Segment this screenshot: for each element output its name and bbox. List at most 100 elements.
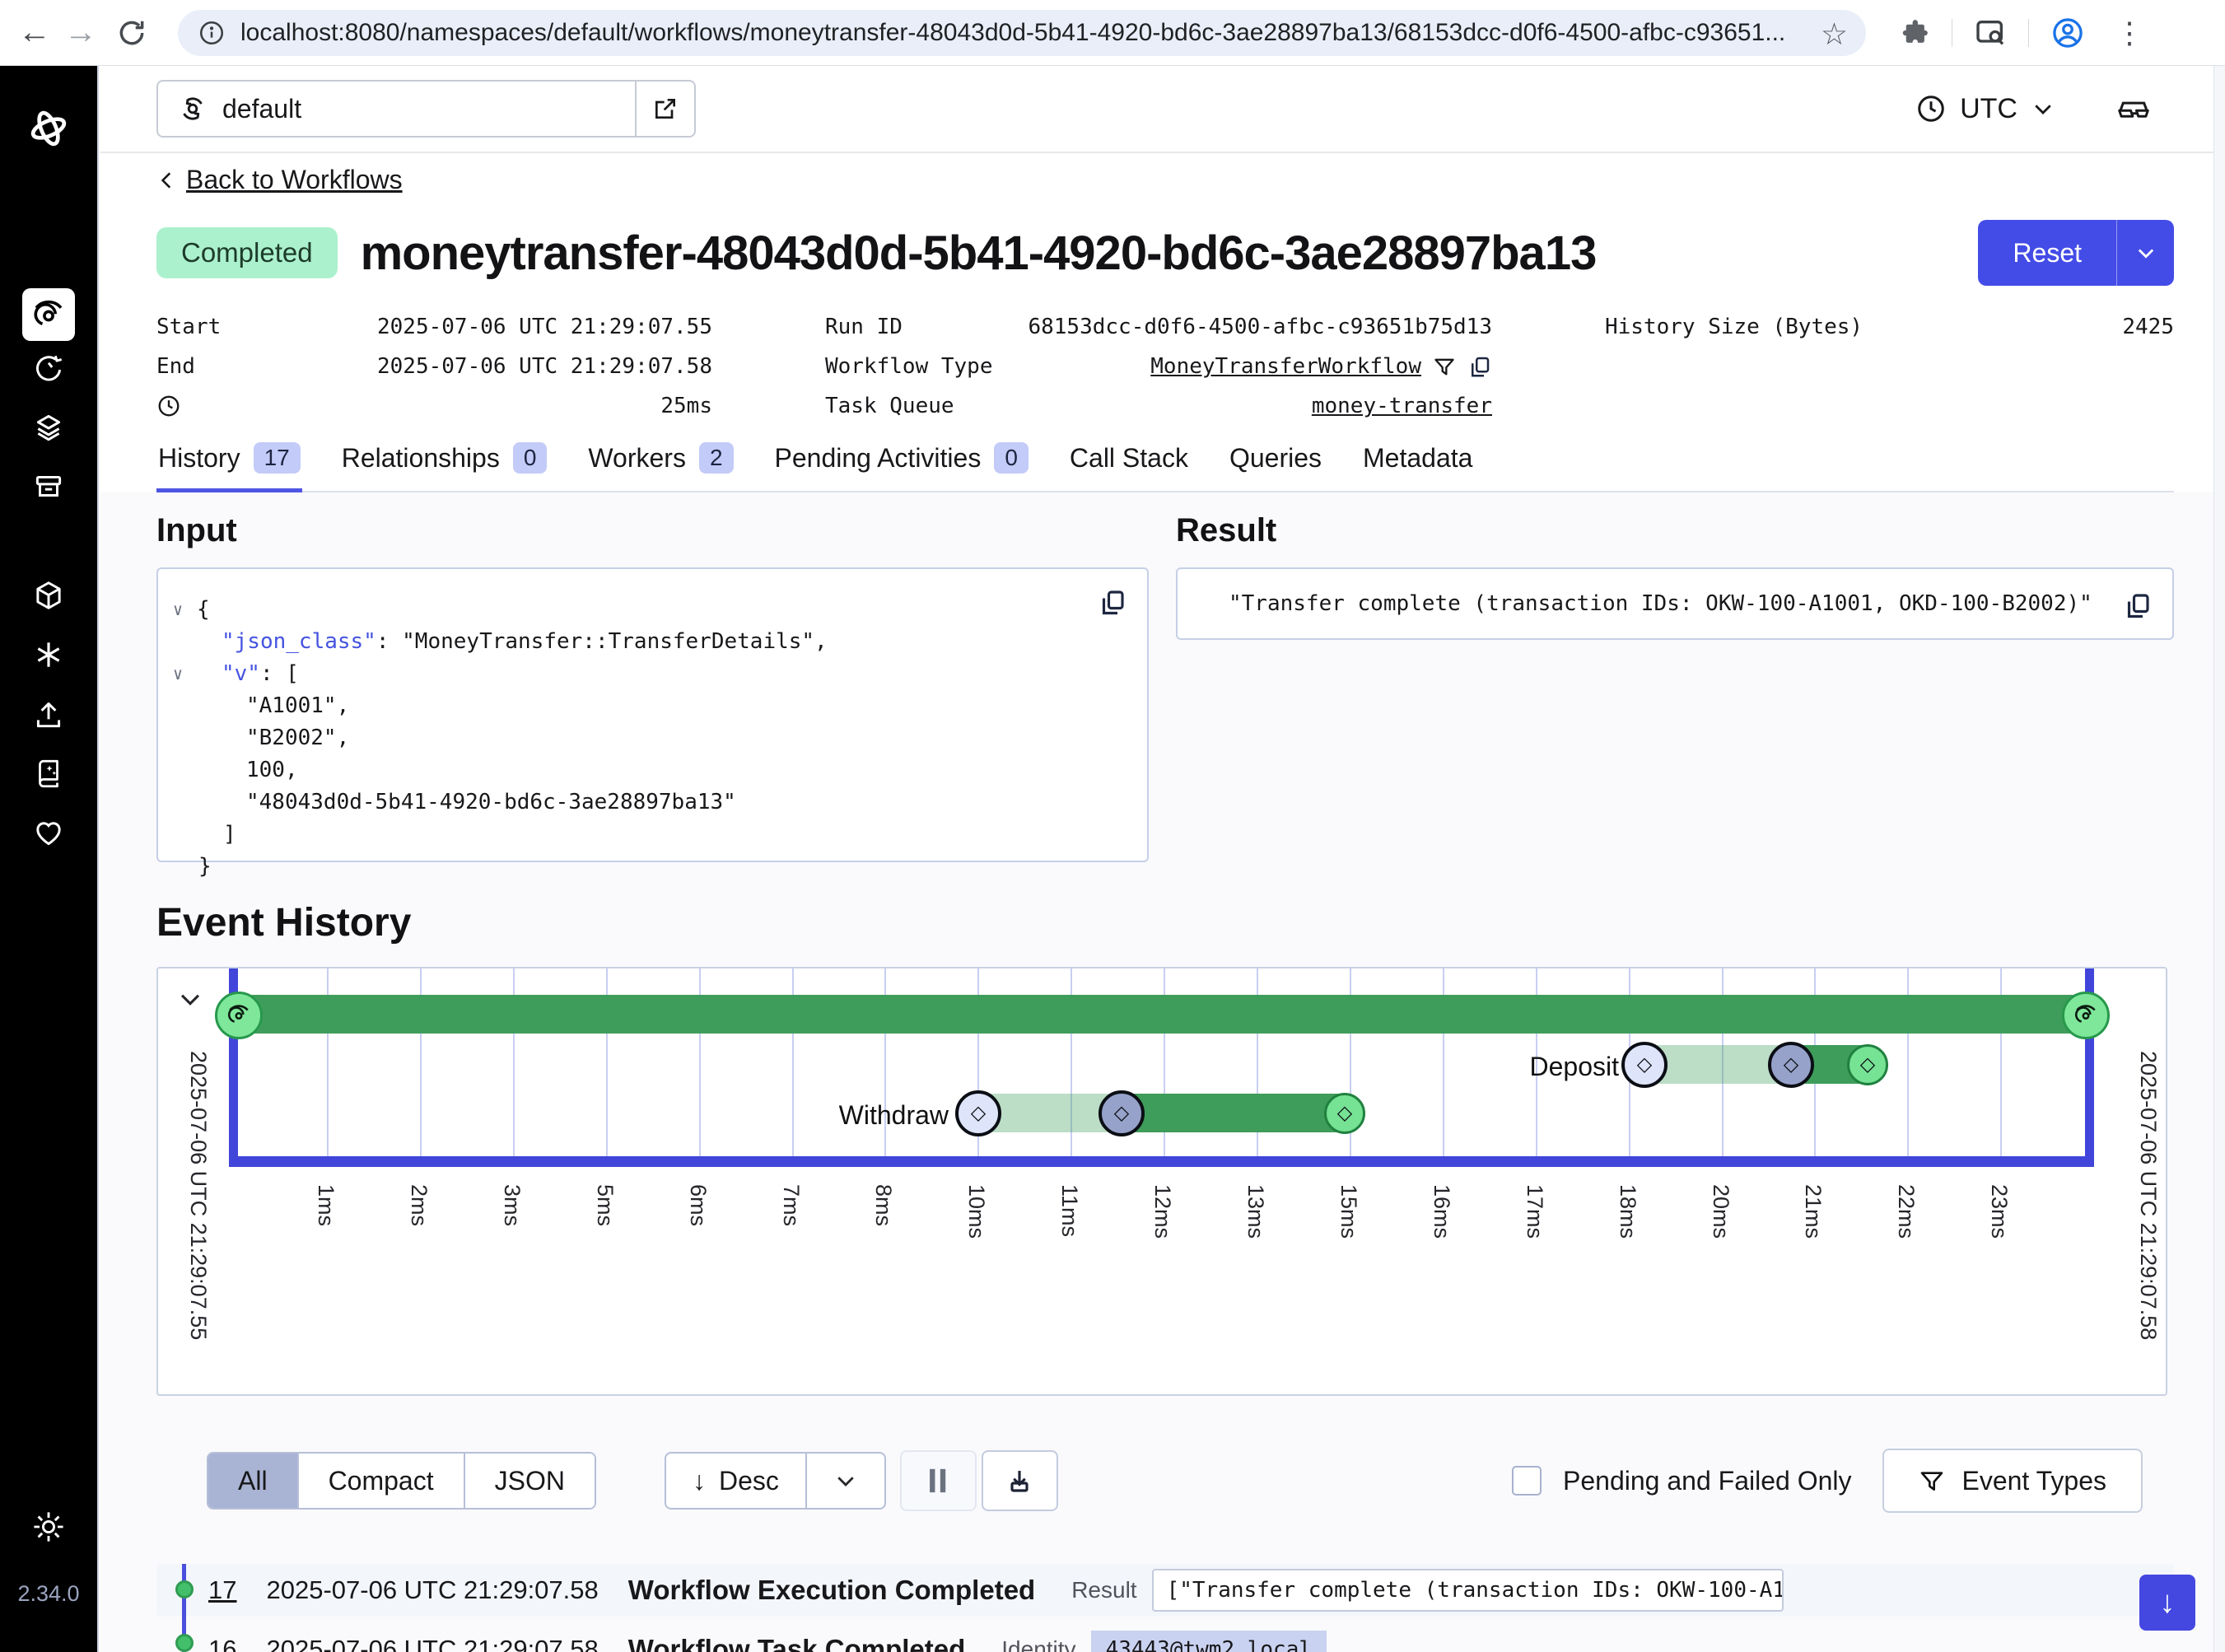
- tab-metadata[interactable]: Metadata: [1361, 442, 1474, 492]
- workflow-end-marker[interactable]: [2062, 992, 2110, 1039]
- labs-glasses-icon[interactable]: [2115, 90, 2153, 128]
- pause-updates-button[interactable]: [900, 1450, 977, 1511]
- browser-scrollbar[interactable]: [2213, 66, 2225, 1652]
- timeline-tick-label: 7ms: [778, 1184, 804, 1226]
- json-line: "B2002",: [158, 722, 1147, 754]
- workflow-type-link[interactable]: MoneyTransferWorkflow: [1150, 354, 1421, 379]
- tab-workers[interactable]: Workers2: [586, 442, 735, 492]
- view-mode-compact[interactable]: Compact: [297, 1454, 464, 1508]
- extensions-icon[interactable]: [1899, 17, 1930, 49]
- deposit-completed-marker[interactable]: ◇: [1847, 1044, 1888, 1085]
- chevron-down-icon: [2134, 241, 2157, 264]
- theme-toggle[interactable]: [30, 1509, 67, 1545]
- back-to-workflows-link[interactable]: Back to Workflows: [186, 165, 403, 195]
- reset-menu-button[interactable]: [2116, 220, 2174, 286]
- browser-back-icon[interactable]: ←: [12, 14, 58, 51]
- start-value: 2025-07-06 UTC 21:29:07.55: [377, 315, 712, 339]
- browser-reload-icon[interactable]: [109, 17, 155, 49]
- namespace-icon: [178, 94, 208, 124]
- site-info-icon[interactable]: [198, 19, 226, 47]
- withdraw-completed-marker[interactable]: ◇: [1324, 1093, 1365, 1134]
- copy-icon[interactable]: [1467, 354, 1492, 379]
- end-label: End: [156, 354, 195, 379]
- tab-call-stack[interactable]: Call Stack: [1068, 442, 1190, 492]
- workflow-spiral-icon: [226, 1003, 251, 1028]
- sidebar-item-namespaces[interactable]: [31, 578, 66, 613]
- deposit-started-marker[interactable]: ◇: [1768, 1042, 1814, 1088]
- chevron-down-icon: [2031, 96, 2055, 121]
- sidebar-item-batch-operations[interactable]: [31, 410, 66, 445]
- sidebar: 2.34.0: [0, 66, 99, 1652]
- tab-label: Relationships: [342, 443, 500, 474]
- event-status-dot: [175, 1580, 194, 1598]
- reset-button[interactable]: Reset: [1978, 220, 2116, 286]
- external-link-icon: [652, 96, 679, 122]
- withdraw-started-marker[interactable]: ◇: [1099, 1090, 1145, 1136]
- input-heading: Input: [156, 512, 1149, 549]
- sidebar-item-docs[interactable]: [31, 756, 66, 791]
- copy-result-button[interactable]: [2123, 590, 2153, 620]
- namespace-open-button[interactable]: [635, 82, 694, 136]
- event-id-link[interactable]: 16: [208, 1635, 236, 1652]
- json-text: {: [197, 597, 210, 622]
- event-id-link[interactable]: 17: [208, 1575, 236, 1605]
- sidebar-item-nexus[interactable]: [31, 637, 66, 672]
- bookmark-star-icon[interactable]: ☆: [1821, 16, 1848, 52]
- tab-search-icon[interactable]: [1974, 16, 2007, 49]
- view-mode-json[interactable]: JSON: [464, 1454, 595, 1508]
- event-detail-value[interactable]: ["Transfer complete (transaction IDs: OK…: [1152, 1569, 1784, 1612]
- event-detail-value[interactable]: 43443@twm2.local: [1091, 1631, 1327, 1652]
- sidebar-item-schedules[interactable]: [31, 351, 66, 385]
- event-row[interactable]: 17 2025-07-06 UTC 21:29:07.58 Workflow E…: [156, 1564, 2174, 1617]
- workflow-execution-bar[interactable]: [238, 995, 2085, 1034]
- download-icon: [1005, 1466, 1034, 1496]
- sort-control: ↓ Desc: [665, 1452, 886, 1510]
- view-mode-all[interactable]: All: [208, 1454, 297, 1508]
- json-text: : [: [260, 661, 299, 686]
- download-history-button[interactable]: [982, 1450, 1058, 1511]
- json-text: "B2002",: [246, 726, 349, 750]
- copy-icon: [1098, 587, 1127, 617]
- tab-relationships[interactable]: Relationships0: [340, 442, 549, 492]
- event-types-label: Event Types: [1961, 1466, 2106, 1496]
- pause-icon: [926, 1467, 950, 1495]
- tab-queries[interactable]: Queries: [1228, 442, 1323, 492]
- withdraw-running-bar[interactable]: [1121, 1094, 1345, 1132]
- profile-avatar-icon[interactable]: [2050, 16, 2085, 50]
- event-row[interactable]: 16 2025-07-06 UTC 21:29:07.58 Workflow T…: [156, 1623, 2174, 1652]
- details-col-ids: Run ID68153dcc-d0f6-4500-afbc-c93651b75d…: [825, 307, 1492, 426]
- sort-menu-button[interactable]: [805, 1454, 884, 1508]
- result-section: Result "Transfer complete (transaction I…: [1176, 512, 2174, 862]
- timeline-start-timestamp: 2025-07-06 UTC 21:29:07.55: [185, 1051, 211, 1340]
- event-types-filter-button[interactable]: Event Types: [1882, 1449, 2143, 1513]
- chevron-down-icon: [833, 1468, 858, 1493]
- tab-history[interactable]: History17: [156, 442, 302, 492]
- withdraw-scheduled-marker[interactable]: ◇: [955, 1090, 1001, 1136]
- tab-pending-activities[interactable]: Pending Activities0: [773, 442, 1030, 492]
- browser-menu-icon[interactable]: ⋮: [2106, 16, 2153, 50]
- copy-input-button[interactable]: [1098, 587, 1127, 617]
- temporal-logo-icon[interactable]: [27, 107, 70, 150]
- scroll-to-bottom-button[interactable]: ↓: [2139, 1575, 2195, 1631]
- namespace-selector[interactable]: default: [156, 80, 696, 138]
- workflow-start-marker[interactable]: [215, 992, 263, 1039]
- browser-forward-icon[interactable]: →: [58, 14, 104, 51]
- address-bar[interactable]: localhost:8080/namespaces/default/workfl…: [178, 10, 1866, 56]
- sidebar-item-archive[interactable]: [31, 469, 66, 504]
- deposit-scheduled-marker[interactable]: ◇: [1621, 1042, 1668, 1088]
- filter-funnel-icon[interactable]: [1433, 355, 1456, 378]
- sort-desc-button[interactable]: ↓ Desc: [666, 1454, 805, 1508]
- sidebar-item-feedback[interactable]: [31, 815, 66, 850]
- sidebar-item-import[interactable]: [31, 697, 66, 731]
- timezone-selector[interactable]: UTC: [1915, 93, 2055, 125]
- toolbar-divider: [2028, 19, 2029, 47]
- end-value: 2025-07-06 UTC 21:29:07.58: [377, 354, 712, 379]
- task-queue-link[interactable]: money-transfer: [1312, 394, 1492, 418]
- collapse-chevron-icon[interactable]: ∨: [173, 594, 183, 626]
- collapse-chevron-icon[interactable]: ∨: [173, 658, 183, 690]
- sidebar-item-workflows[interactable]: [22, 288, 75, 341]
- json-line: ]: [158, 819, 1147, 851]
- timeline-collapse-button[interactable]: [176, 985, 204, 1013]
- pending-failed-checkbox[interactable]: [1512, 1466, 1542, 1496]
- result-heading: Result: [1176, 512, 2174, 549]
